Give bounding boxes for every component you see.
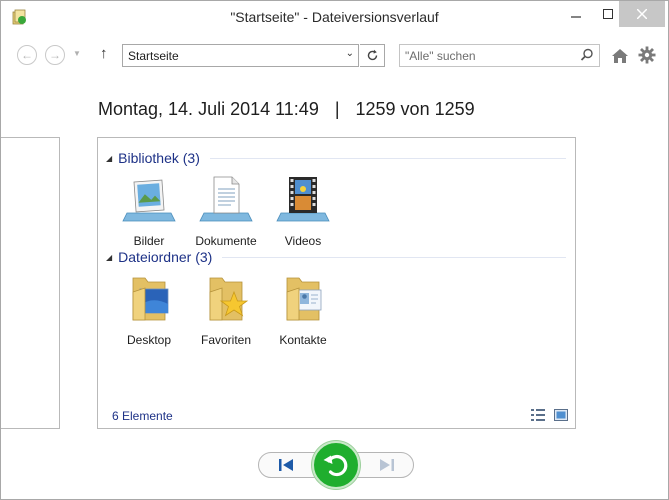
- group-label: Dateiordner (3): [118, 249, 213, 265]
- list-item-desktop[interactable]: Desktop: [114, 274, 184, 347]
- group-header-libraries[interactable]: ◢ Bibliothek (3): [106, 150, 566, 166]
- item-label: Videos: [284, 234, 322, 248]
- arrow-left-icon: ←: [21, 48, 33, 62]
- item-label: Bilder: [133, 234, 165, 248]
- documents-library-icon: [199, 176, 253, 222]
- chevron-down-icon[interactable]: ⌄: [346, 48, 354, 59]
- snapshot-date-line: Montag, 14. Juli 2014 11:49 | 1259 von 125…: [98, 99, 475, 120]
- restore-arrow-icon: [323, 454, 348, 477]
- file-history-window: "Startseite" - Dateiversionsverlauf ← → …: [0, 0, 669, 500]
- pictures-library-icon: [122, 179, 176, 222]
- close-button[interactable]: [619, 1, 665, 27]
- current-version-panel: ◢ Bibliothek (3) Bilder Dokumente Videos…: [97, 137, 576, 429]
- toolbar: ← → ▼ ↑ Startseite ⌄: [1, 33, 668, 77]
- title-bar: "Startseite" - Dateiversionsverlauf: [1, 1, 668, 33]
- list-item-videos[interactable]: Videos: [268, 175, 338, 248]
- address-bar[interactable]: Startseite ⌄: [122, 44, 359, 67]
- refresh-button[interactable]: [360, 44, 385, 67]
- list-item-bilder[interactable]: Bilder: [114, 175, 184, 248]
- item-label: Dokumente: [195, 234, 257, 248]
- videos-library-icon: [276, 177, 330, 222]
- search-icon[interactable]: [580, 48, 594, 62]
- group-divider: [209, 157, 566, 159]
- gear-icon[interactable]: [638, 46, 656, 64]
- item-count-status: 6 Elemente: [112, 409, 173, 423]
- search-input[interactable]: [400, 45, 575, 66]
- list-item-favoriten[interactable]: Favoriten: [191, 274, 261, 347]
- item-label: Desktop: [126, 333, 172, 347]
- close-icon: [637, 9, 647, 19]
- address-value: Startseite: [128, 49, 179, 63]
- minimize-icon: [571, 16, 581, 18]
- next-version-button[interactable]: [377, 456, 397, 474]
- list-item-kontakte[interactable]: Kontakte: [268, 274, 338, 347]
- recent-locations-button[interactable]: ▼: [73, 49, 81, 58]
- restore-button[interactable]: [312, 441, 360, 489]
- forward-button[interactable]: →: [45, 45, 65, 65]
- item-label: Favoriten: [200, 333, 252, 347]
- snapshot-datetime: Montag, 14. Juli 2014 11:49: [98, 99, 319, 119]
- collapse-triangle-icon[interactable]: ◢: [106, 154, 112, 163]
- item-label: Kontakte: [279, 333, 327, 347]
- group-header-folders[interactable]: ◢ Dateiordner (3): [106, 249, 566, 265]
- previous-version-panel[interactable]: [1, 137, 60, 429]
- previous-version-button[interactable]: [276, 456, 296, 474]
- desktop-folder-icon: [132, 277, 169, 321]
- favorites-folder-icon: [209, 277, 249, 321]
- home-icon[interactable]: [611, 47, 629, 65]
- chevron-down-icon: ▼: [73, 49, 81, 58]
- group-label: Bibliothek (3): [118, 150, 200, 166]
- contacts-folder-icon: [286, 277, 322, 321]
- skip-previous-icon: [279, 459, 293, 471]
- snapshot-separator: |: [334, 99, 340, 119]
- maximize-icon: [603, 9, 613, 19]
- back-button[interactable]: ←: [17, 45, 37, 65]
- group-divider: [222, 256, 566, 258]
- collapse-triangle-icon[interactable]: ◢: [106, 253, 112, 262]
- search-box[interactable]: [399, 44, 600, 67]
- minimize-button[interactable]: [561, 1, 591, 27]
- skip-next-icon: [380, 459, 394, 471]
- snapshot-position: 1259 von 1259: [355, 99, 475, 119]
- list-item-dokumente[interactable]: Dokumente: [191, 175, 261, 248]
- arrow-up-icon: ↑: [100, 45, 108, 62]
- arrow-right-icon: →: [49, 48, 61, 62]
- details-view-icon[interactable]: [531, 409, 545, 421]
- up-button[interactable]: ↑: [100, 45, 108, 62]
- large-icons-view-icon[interactable]: [554, 409, 568, 421]
- refresh-icon: [367, 49, 377, 61]
